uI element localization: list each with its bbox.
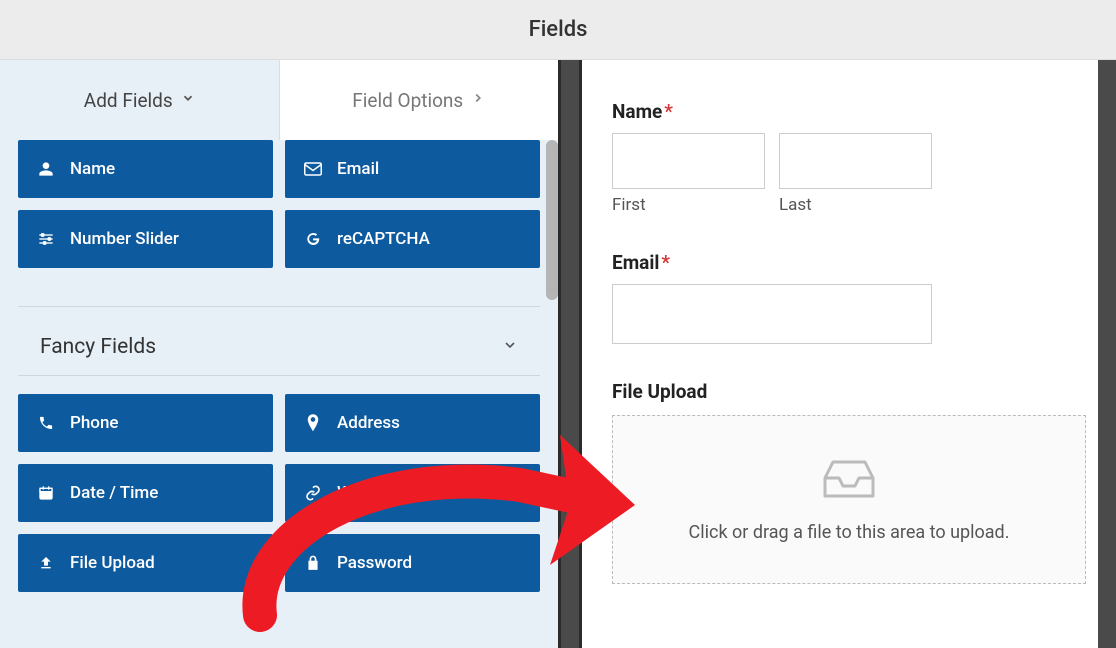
phone-icon	[36, 415, 56, 431]
first-name-input[interactable]	[612, 133, 765, 189]
link-icon	[303, 485, 323, 501]
tab-add-fields-label: Add Fields	[84, 89, 173, 112]
inbox-icon	[821, 456, 877, 504]
field-recaptcha-button[interactable]: reCAPTCHA	[285, 210, 540, 268]
map-pin-icon	[303, 414, 323, 432]
preview-panel: Name* First Last Email*	[582, 60, 1116, 648]
fancy-fields-label: Fancy Fields	[40, 335, 156, 359]
tabs: Add Fields Field Options	[0, 60, 558, 140]
user-icon	[36, 161, 56, 177]
right-edge-bar	[1098, 60, 1116, 648]
field-file-upload-button[interactable]: File Upload	[18, 534, 273, 592]
field-phone-button[interactable]: Phone	[18, 394, 273, 452]
field-number-slider-label: Number Slider	[70, 229, 179, 249]
field-file-upload-label: File Upload	[70, 553, 155, 573]
upload-hint-text: Click or drag a file to this area to upl…	[689, 522, 1010, 543]
file-upload-dropzone[interactable]: Click or drag a file to this area to upl…	[612, 415, 1086, 584]
field-website-url-button[interactable]: Website / URL	[285, 464, 540, 522]
left-panel: Add Fields Field Options Name	[0, 60, 558, 648]
standard-fields-grid: Name Email Number Slider reCAPTCHA	[0, 140, 558, 286]
scrollbar[interactable]	[546, 140, 558, 300]
name-field-group: Name* First Last	[612, 100, 1086, 215]
field-address-label: Address	[337, 413, 400, 433]
field-password-label: Password	[337, 553, 412, 573]
email-label: Email*	[612, 251, 1086, 274]
field-name-label: Name	[70, 159, 115, 179]
first-name-sublabel: First	[612, 195, 765, 215]
field-date-time-label: Date / Time	[70, 483, 158, 503]
main-container: Add Fields Field Options Name	[0, 60, 1116, 648]
field-email-button[interactable]: Email	[285, 140, 540, 198]
field-website-url-label: Website / URL	[337, 483, 444, 503]
google-icon	[303, 231, 323, 247]
field-phone-label: Phone	[70, 413, 119, 433]
field-password-button[interactable]: Password	[285, 534, 540, 592]
field-name-button[interactable]: Name	[18, 140, 273, 198]
calendar-icon	[36, 485, 56, 501]
fancy-fields-grid: Phone Address Date / Time Website / URL	[0, 394, 558, 610]
chevron-down-icon	[181, 91, 195, 109]
sliders-icon	[36, 231, 56, 247]
tab-add-fields[interactable]: Add Fields	[0, 60, 279, 140]
field-email-label: Email	[337, 159, 379, 179]
last-name-sublabel: Last	[779, 195, 932, 215]
tab-field-options[interactable]: Field Options	[279, 60, 559, 140]
name-label: Name*	[612, 100, 1086, 123]
fancy-fields-header[interactable]: Fancy Fields	[18, 306, 540, 376]
field-recaptcha-label: reCAPTCHA	[337, 229, 430, 249]
required-asterisk: *	[664, 100, 673, 123]
email-input[interactable]	[612, 284, 932, 344]
page-title: Fields	[529, 17, 588, 42]
file-upload-label: File Upload	[612, 380, 1086, 403]
field-date-time-button[interactable]: Date / Time	[18, 464, 273, 522]
header-bar: Fields	[0, 0, 1116, 60]
chevron-right-icon	[471, 91, 485, 109]
panel-divider[interactable]	[558, 60, 582, 648]
last-name-input[interactable]	[779, 133, 932, 189]
field-address-button[interactable]: Address	[285, 394, 540, 452]
chevron-down-icon	[502, 337, 518, 357]
lock-icon	[303, 555, 323, 571]
upload-icon	[36, 555, 56, 571]
required-asterisk: *	[661, 251, 670, 274]
file-upload-field-group: File Upload Click or drag a file to this…	[612, 380, 1086, 584]
field-number-slider-button[interactable]: Number Slider	[18, 210, 273, 268]
envelope-icon	[303, 162, 323, 176]
email-field-group: Email*	[612, 251, 1086, 344]
tab-field-options-label: Field Options	[352, 89, 463, 112]
